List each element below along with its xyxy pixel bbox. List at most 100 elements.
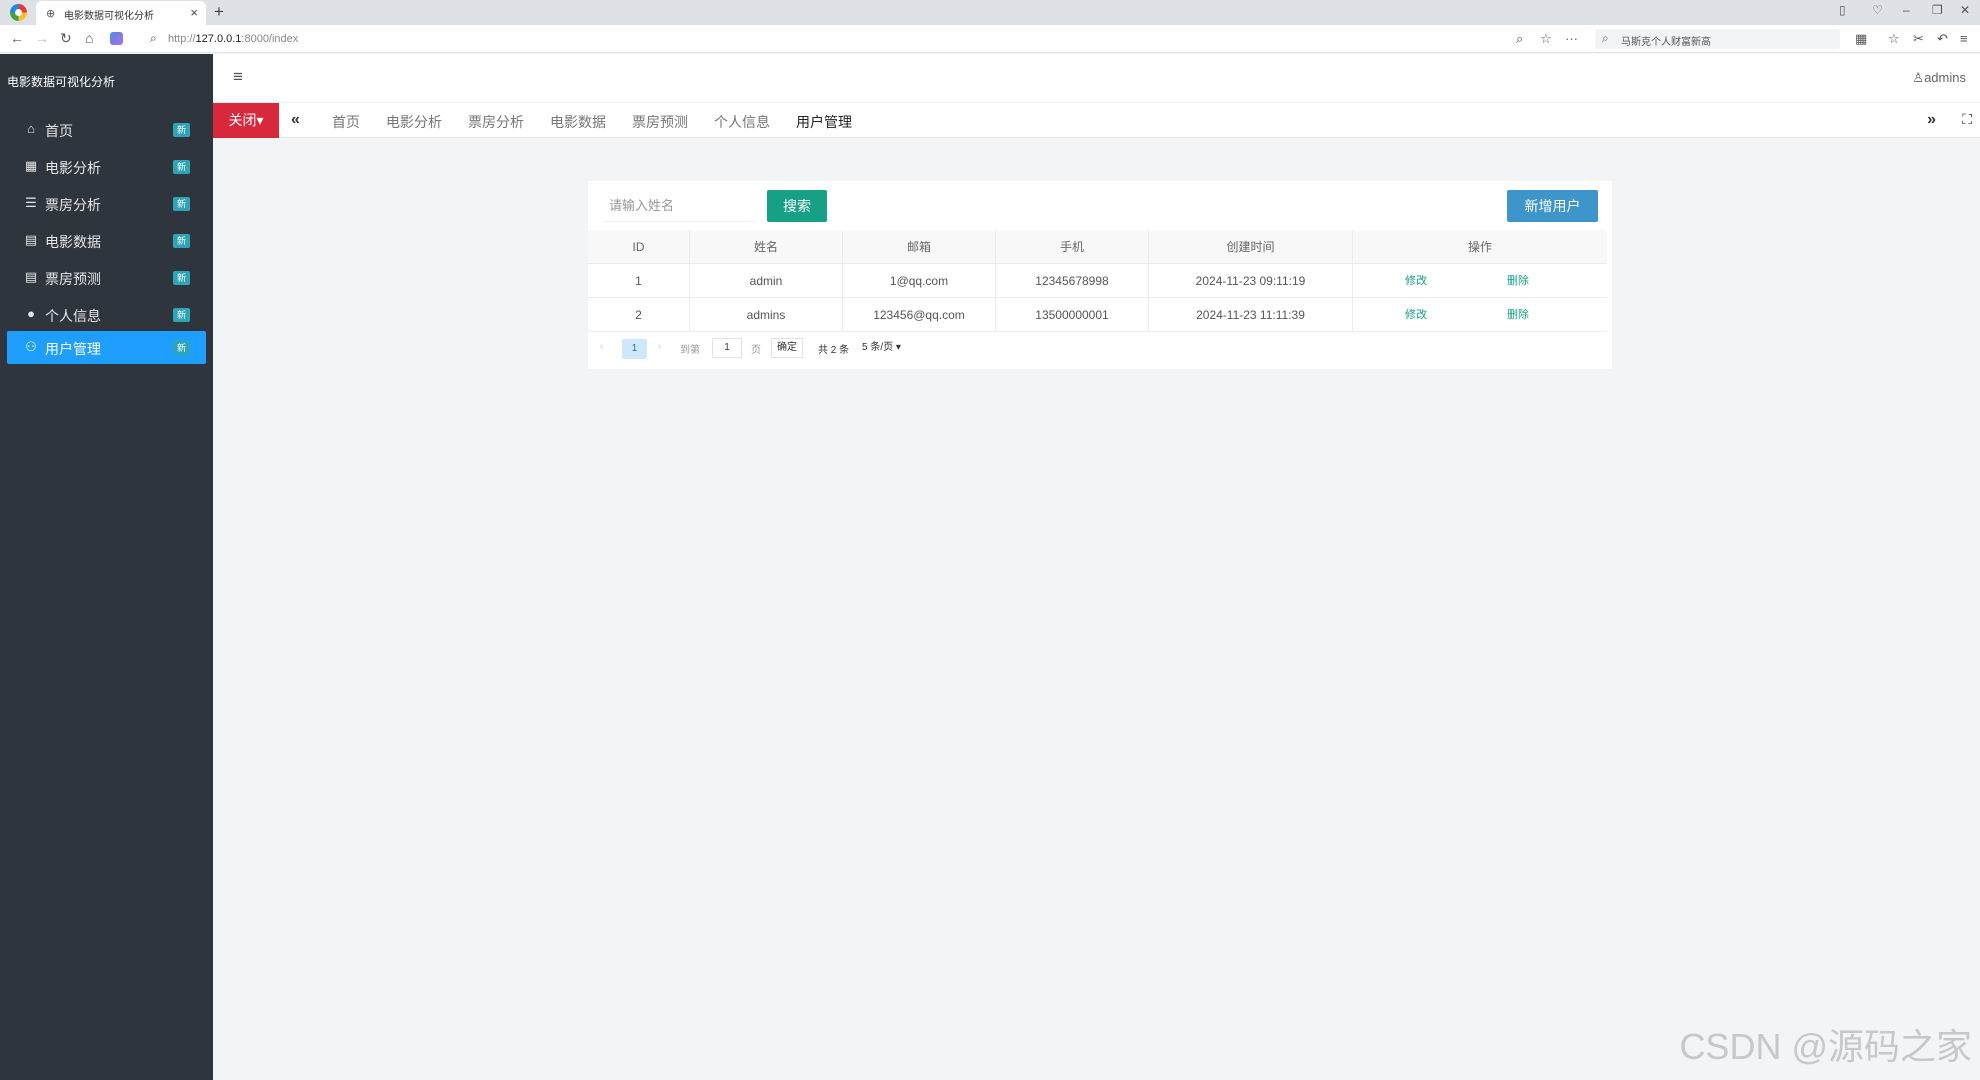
sidebar-item-label: 电影分析 <box>45 160 101 176</box>
reload-icon[interactable]: ↻ <box>60 30 72 47</box>
double-chevron-right-icon[interactable]: » <box>1927 111 1936 129</box>
next-page-icon[interactable]: › <box>658 341 661 352</box>
tab-movie-analysis[interactable]: 电影分析 <box>386 112 442 132</box>
sidebar: 电影数据可视化分析 ⌂ 首页 新 ▦ 电影分析 新 ☰ 票房分析 新 ▤ 电影数… <box>0 54 213 1080</box>
cell-id: 2 <box>588 298 690 332</box>
sidebar-item-movie-analysis[interactable]: ▦ 电影分析 新 <box>7 150 206 183</box>
tab-profile[interactable]: 个人信息 <box>714 112 770 132</box>
users-icon: ⚇ <box>25 339 37 354</box>
total-count: 共 2 条 <box>818 345 850 356</box>
home-icon[interactable]: ⌂ <box>85 30 93 46</box>
address-bar: ← → ↻ ⌂ ⌕ http://127.0.0.1:8000/index ⌕ … <box>0 25 1980 53</box>
double-chevron-left-icon[interactable]: « <box>291 111 300 129</box>
menu-icon[interactable]: ≡ <box>1960 31 1968 46</box>
page-size-value: 5 条/页 <box>862 342 894 353</box>
scissors-icon[interactable]: ✂ <box>1913 31 1924 47</box>
cell-email: 1@qq.com <box>843 264 996 298</box>
edit-link[interactable]: 修改 <box>1405 264 1427 298</box>
user-icon: ♙ <box>1912 70 1925 85</box>
chevron-down-icon: ▾ <box>895 342 901 353</box>
new-badge: 新 <box>173 123 190 137</box>
column-header-actions: 操作 <box>1467 240 1492 254</box>
column-header-created: 创建时间 <box>1149 230 1353 264</box>
globe-icon: ⊕ <box>46 8 56 20</box>
more-icon[interactable]: ··· <box>1565 31 1578 46</box>
column-header-phone: 手机 <box>996 230 1149 264</box>
grid-icon: ▤ <box>24 232 38 247</box>
browser-tab-bar: ⊕ 电影数据可视化分析 × + ▯ ♡ – ❐ ✕ <box>0 0 1980 25</box>
hamburger-icon[interactable]: ≡ <box>233 67 243 87</box>
cell-name: admin <box>690 264 843 298</box>
undo-icon[interactable]: ↶ <box>1937 31 1948 47</box>
sidebar-item-label: 首页 <box>45 123 73 139</box>
new-badge: 新 <box>173 197 190 211</box>
current-page[interactable]: 1 <box>622 339 647 359</box>
url-field[interactable]: http://127.0.0.1:8000/index <box>168 33 298 45</box>
tab-user-management[interactable]: 用户管理 <box>796 112 852 132</box>
forward-icon[interactable]: → <box>35 30 49 46</box>
back-icon[interactable]: ← <box>10 30 24 46</box>
name-search-input[interactable] <box>603 190 755 222</box>
sidebar-item-label: 个人信息 <box>45 308 101 324</box>
delete-link[interactable]: 删除 <box>1507 264 1529 298</box>
cell-id: 1 <box>588 264 690 298</box>
browser-tab-title: 电影数据可视化分析 <box>64 11 154 22</box>
restore-icon[interactable]: ❐ <box>1932 3 1943 17</box>
delete-link[interactable]: 删除 <box>1507 298 1529 332</box>
grid-icon: ▤ <box>24 269 38 284</box>
apps-icon[interactable]: ▦ <box>1855 31 1867 47</box>
favorites-icon[interactable]: ☆ <box>1888 31 1900 47</box>
browser-tab[interactable]: ⊕ 电影数据可视化分析 × <box>36 1 206 25</box>
zoom-icon[interactable]: ⌕ <box>1516 31 1523 47</box>
brand-title: 电影数据可视化分析 <box>7 75 116 89</box>
page-tabs-bar: 关闭▾ « 首页 电影分析 票房分析 电影数据 票房预测 个人信息 用户管理 »… <box>213 103 1980 138</box>
sidebar-item-home[interactable]: ⌂ 首页 新 <box>7 113 206 146</box>
new-badge: 新 <box>173 341 190 355</box>
tab-home[interactable]: 首页 <box>332 112 360 132</box>
close-tabs-button[interactable]: 关闭▾ <box>213 103 279 138</box>
fullscreen-icon[interactable]: ⛶ <box>1962 111 1972 128</box>
search-icon: ⌕ <box>150 31 157 45</box>
goto-page-input[interactable]: 1 <box>712 338 742 358</box>
new-tab-icon[interactable]: + <box>214 2 224 22</box>
sidebar-item-profile[interactable]: ● 个人信息 新 <box>7 298 206 331</box>
table-icon: ▦ <box>24 158 38 173</box>
close-window-icon[interactable]: ✕ <box>1960 3 1970 17</box>
cell-created: 2024-11-23 11:11:39 <box>1149 298 1353 332</box>
tab-boxoffice-forecast[interactable]: 票房预测 <box>632 112 688 132</box>
sidebar-item-boxoffice-analysis[interactable]: ☰ 票房分析 新 <box>7 187 206 220</box>
sidebar-item-boxoffice-forecast[interactable]: ▤ 票房预测 新 <box>7 261 206 294</box>
cell-actions: 修改 删除 <box>1353 264 1607 298</box>
close-tab-icon[interactable]: × <box>190 5 198 20</box>
table-header-row: ID 姓名 邮箱 手机 创建时间 操作 <box>588 230 1607 264</box>
tab-boxoffice-analysis[interactable]: 票房分析 <box>468 112 524 132</box>
sidebar-item-label: 用户管理 <box>45 341 101 357</box>
edit-link[interactable]: 修改 <box>1405 298 1427 332</box>
sidebar-item-label: 票房预测 <box>45 271 101 287</box>
user-table-card: 搜索 新增用户 ID 姓名 邮箱 手机 创建时间 操作 1 admin 1@qq… <box>588 181 1612 369</box>
extension-icon[interactable] <box>110 32 123 45</box>
page-size-select[interactable]: 5 条/页 ▾ <box>862 338 922 358</box>
sidebar-item-label: 票房分析 <box>45 197 101 213</box>
cell-phone: 13500000001 <box>996 298 1149 332</box>
sidebar-item-user-management[interactable]: ⚇ 用户管理 新 <box>7 331 206 364</box>
star-icon[interactable]: ☆ <box>1540 31 1552 47</box>
cell-email: 123456@qq.com <box>843 298 996 332</box>
new-badge: 新 <box>173 271 190 285</box>
cell-actions: 修改 删除 <box>1353 298 1607 332</box>
watermark: CSDN @源码之家 <box>1679 1026 1972 1067</box>
add-user-button[interactable]: 新增用户 <box>1507 190 1598 222</box>
prev-page-icon[interactable]: ‹ <box>600 341 603 352</box>
search-button[interactable]: 搜索 <box>767 190 827 222</box>
browser-search-box[interactable]: ⌕ 马斯克个人财富新高 <box>1595 29 1840 49</box>
minimize-icon[interactable]: – <box>1903 3 1910 17</box>
top-header: ≡ ♙admins <box>213 54 1980 103</box>
sidebar-item-movie-data[interactable]: ▤ 电影数据 新 <box>7 224 206 257</box>
table-row: 1 admin 1@qq.com 12345678998 2024-11-23 … <box>588 264 1607 298</box>
tab-count-icon[interactable]: ▯ <box>1839 3 1846 17</box>
tab-movie-data[interactable]: 电影数据 <box>550 112 606 132</box>
confirm-page-button[interactable]: 确定 <box>771 338 803 358</box>
user-menu[interactable]: ♙admins <box>1912 70 1966 86</box>
shirt-icon[interactable]: ♡ <box>1872 3 1883 17</box>
search-icon: ⌕ <box>1602 31 1609 45</box>
